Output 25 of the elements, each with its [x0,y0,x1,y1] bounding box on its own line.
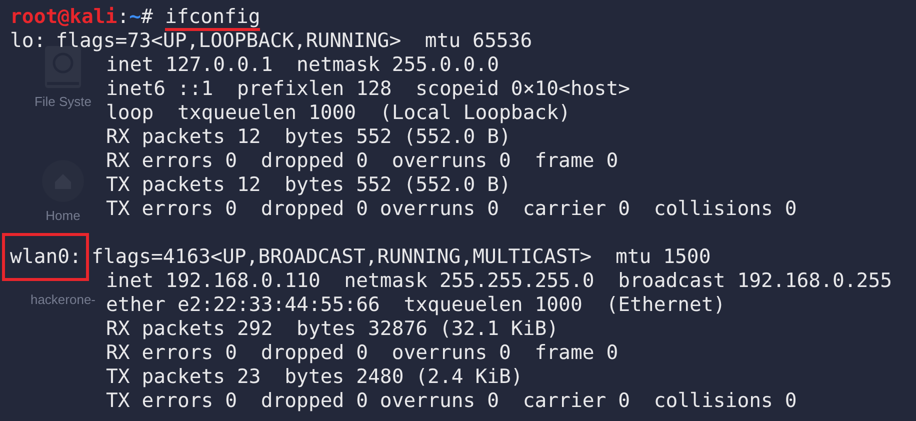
desktop-icon-label[interactable]: Home [46,208,80,223]
output-line: inet 127.0.0.1 netmask 255.0.0.0 [106,53,500,76]
output-line: inet6 ::1 prefixlen 128 scopeid 0×10<host> [106,77,630,100]
prompt-symbol: # [141,5,153,28]
output-line: RX packets 292 bytes 32876 (32.1 KiB) [106,317,559,340]
desktop-icon-label[interactable]: hackerone- [30,292,96,307]
output-line: RX packets 12 bytes 552 (552.0 B) [106,125,511,148]
output-line: TX packets 23 bytes 2480 (2.4 KiB) [106,365,523,388]
prompt-user: root@kali [10,5,118,28]
output-line: RX errors 0 dropped 0 overruns 0 frame 0 [106,149,618,172]
output-line: ether e2:22:33:44:55:66 txqueuelen 1000 (Ethernet) [106,293,726,316]
output-line: loop txqueuelen 1000 (Local Loopback) [106,101,570,124]
flags-line: flags=4163<UP,BROADCAST,RUNNING,MULTICAST> mtu 1500 [91,245,711,268]
command-text: ifconfig [164,6,260,31]
prompt-separator: : [117,5,130,28]
interface-name: lo: [9,28,47,54]
output-line: TX errors 0 dropped 0 overruns 0 carrier 0 collisions 0 [106,389,797,412]
prompt-path: ~ [129,5,142,28]
flags-line: flags=73<UP,LOOPBACK,RUNNING> mtu 65536 [56,29,532,52]
output-line: TX packets 12 bytes 552 (552.0 B) [106,173,511,196]
interface-name: wlan0: [2,233,90,281]
desktop-icon-label[interactable]: File Syste [34,94,92,109]
output-line: TX errors 0 dropped 0 overruns 0 carrier 0 collisions 0 [106,197,797,220]
output-line: RX errors 0 dropped 0 overruns 0 frame 0 [106,341,618,364]
output-line: inet 192.168.0.110 netmask 255.255.255.0 broadcast 192.168.0.255 [106,269,892,292]
